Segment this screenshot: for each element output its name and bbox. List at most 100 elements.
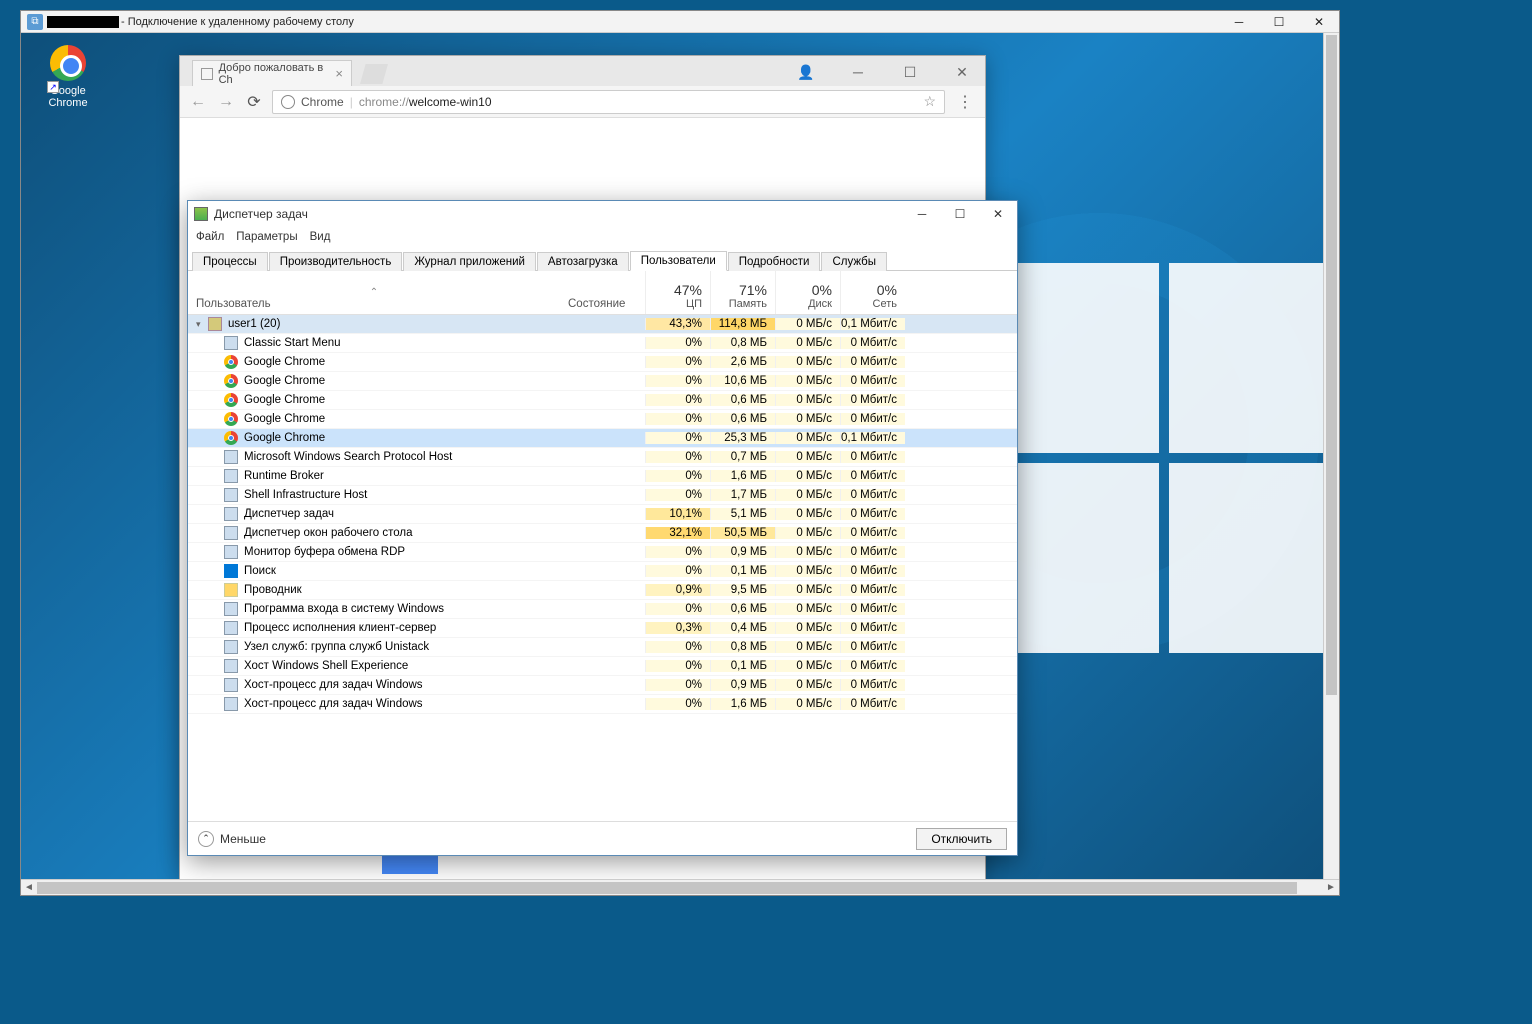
process-row[interactable]: Монитор буфера обмена RDP0%0,9 МБ0 МБ/с0…: [188, 543, 1017, 562]
process-row[interactable]: Google Chrome0%2,6 МБ0 МБ/с0 Мбит/с: [188, 353, 1017, 372]
process-icon: [224, 602, 238, 616]
chrome-tabstrip[interactable]: Добро пожаловать в Ch × 👤 ─ ☐ ✕: [180, 56, 985, 86]
menu-file[interactable]: Файл: [196, 231, 224, 243]
user-name: user1 (20): [228, 318, 280, 330]
site-info-icon[interactable]: [281, 95, 295, 109]
scroll-left-icon[interactable]: ◄: [21, 882, 37, 893]
scrollbar-vertical[interactable]: [1323, 33, 1339, 879]
tab-Подробности[interactable]: Подробности: [728, 252, 821, 271]
process-name: Хост Windows Shell Experience: [244, 660, 408, 672]
process-row[interactable]: Процесс исполнения клиент-сервер0,3%0,4 …: [188, 619, 1017, 638]
reload-button[interactable]: ⟳: [244, 92, 264, 112]
tab-Автозагрузка[interactable]: Автозагрузка: [537, 252, 629, 271]
col-disk[interactable]: 0%Диск: [775, 271, 840, 314]
scroll-right-icon[interactable]: ►: [1323, 882, 1339, 893]
process-row[interactable]: Программа входа в систему Windows0%0,6 М…: [188, 600, 1017, 619]
process-row[interactable]: Classic Start Menu0%0,8 МБ0 МБ/с0 Мбит/с: [188, 334, 1017, 353]
process-row[interactable]: Хост Windows Shell Experience0%0,1 МБ0 М…: [188, 657, 1017, 676]
process-name: Диспетчер задач: [244, 508, 334, 520]
minimize-button[interactable]: ─: [1219, 12, 1259, 32]
process-icon: [224, 507, 238, 521]
url-scheme: chrome://: [359, 95, 409, 109]
taskmgr-menubar: Файл Параметры Вид: [188, 227, 1017, 247]
address-bar[interactable]: Chrome | chrome://welcome-win10 ☆: [272, 90, 945, 114]
process-icon: [224, 526, 238, 540]
bookmark-star-icon[interactable]: ☆: [923, 93, 936, 110]
chrome-icon: [50, 45, 86, 81]
maximize-button[interactable]: ☐: [1259, 12, 1299, 32]
process-list[interactable]: ▾user1 (20)43,3%114,8 МБ0 МБ/с0,1 Мбит/с…: [188, 315, 1017, 821]
remote-desktop[interactable]: ↗ Google Chrome Добро пожаловать в Ch × …: [21, 33, 1339, 895]
column-headers: ⌃ Пользователь Состояние 47%ЦП 71%Память…: [188, 271, 1017, 315]
process-icon: [224, 545, 238, 559]
process-icon: [224, 583, 238, 597]
rdp-window: ⧉ - Подключение к удаленному рабочему ст…: [20, 10, 1340, 896]
windows-logo: [969, 263, 1339, 663]
process-row[interactable]: Диспетчер задач10,1%5,1 МБ0 МБ/с0 Мбит/с: [188, 505, 1017, 524]
process-row[interactable]: Узел служб: группа служб Unistack0%0,8 М…: [188, 638, 1017, 657]
partial-button[interactable]: [382, 854, 438, 874]
process-name: Google Chrome: [244, 375, 325, 387]
process-icon: [224, 678, 238, 692]
process-row[interactable]: Диспетчер окон рабочего стола32,1%50,5 М…: [188, 524, 1017, 543]
process-row[interactable]: Google Chrome0%0,6 МБ0 МБ/с0 Мбит/с: [188, 391, 1017, 410]
col-user[interactable]: ⌃ Пользователь: [188, 271, 560, 314]
taskmgr-tabs: ПроцессыПроизводительностьЖурнал приложе…: [188, 247, 1017, 271]
col-memory[interactable]: 71%Память: [710, 271, 775, 314]
tm-minimize-button[interactable]: ─: [903, 202, 941, 226]
url-path: welcome-win10: [409, 95, 492, 109]
menu-options[interactable]: Параметры: [236, 231, 297, 243]
col-status[interactable]: Состояние: [560, 271, 645, 314]
rdp-title: - Подключение к удаленному рабочему стол…: [121, 16, 354, 28]
process-icon: [224, 621, 238, 635]
process-row[interactable]: Microsoft Windows Search Protocol Host0%…: [188, 448, 1017, 467]
tab-Службы[interactable]: Службы: [821, 252, 887, 271]
process-row[interactable]: Хост-процесс для задач Windows0%1,6 МБ0 …: [188, 695, 1017, 714]
process-row[interactable]: Google Chrome0%0,6 МБ0 МБ/с0 Мбит/с: [188, 410, 1017, 429]
disconnect-button[interactable]: Отключить: [916, 828, 1007, 850]
expand-icon[interactable]: ▾: [196, 319, 208, 330]
tab-close-icon[interactable]: ×: [335, 66, 343, 81]
chrome-maximize-button[interactable]: ☐: [893, 58, 927, 86]
tm-close-button[interactable]: ✕: [979, 202, 1017, 226]
col-cpu[interactable]: 47%ЦП: [645, 271, 710, 314]
back-button[interactable]: ←: [188, 93, 208, 111]
chrome-menu-button[interactable]: ⋮: [953, 92, 977, 112]
process-name: Shell Infrastructure Host: [244, 489, 367, 501]
rdp-titlebar[interactable]: ⧉ - Подключение к удаленному рабочему ст…: [21, 11, 1339, 33]
col-network[interactable]: 0%Сеть: [840, 271, 905, 314]
close-button[interactable]: ✕: [1299, 12, 1339, 32]
forward-button[interactable]: →: [216, 93, 236, 111]
process-row[interactable]: Проводник0,9%9,5 МБ0 МБ/с0 Мбит/с: [188, 581, 1017, 600]
chrome-minimize-button[interactable]: ─: [841, 58, 875, 86]
process-row[interactable]: Хост-процесс для задач Windows0%0,9 МБ0 …: [188, 676, 1017, 695]
process-icon: [224, 640, 238, 654]
tab-Производительность[interactable]: Производительность: [269, 252, 403, 271]
menu-view[interactable]: Вид: [310, 231, 331, 243]
fewer-details-button[interactable]: ⌃ Меньше: [198, 831, 266, 847]
process-row[interactable]: Runtime Broker0%1,6 МБ0 МБ/с0 Мбит/с: [188, 467, 1017, 486]
scrollbar-thumb[interactable]: [1326, 35, 1337, 695]
process-row[interactable]: Google Chrome0%10,6 МБ0 МБ/с0 Мбит/с: [188, 372, 1017, 391]
tab-Процессы[interactable]: Процессы: [192, 252, 268, 271]
process-name: Проводник: [244, 584, 302, 596]
tm-maximize-button[interactable]: ☐: [941, 202, 979, 226]
new-tab-button[interactable]: [360, 64, 388, 84]
process-row[interactable]: Google Chrome0%25,3 МБ0 МБ/с0,1 Мбит/с: [188, 429, 1017, 448]
desktop-icon-chrome[interactable]: ↗ Google Chrome: [33, 45, 103, 109]
process-name: Программа входа в систему Windows: [244, 603, 444, 615]
tab-Журнал приложений[interactable]: Журнал приложений: [403, 252, 536, 271]
chrome-close-button[interactable]: ✕: [945, 58, 979, 86]
scrollbar-thumb[interactable]: [37, 882, 1297, 894]
taskmgr-titlebar[interactable]: Диспетчер задач ─ ☐ ✕: [188, 201, 1017, 227]
chrome-tab[interactable]: Добро пожаловать в Ch ×: [192, 60, 352, 86]
user-row[interactable]: ▾user1 (20)43,3%114,8 МБ0 МБ/с0,1 Мбит/с: [188, 315, 1017, 334]
process-row[interactable]: Shell Infrastructure Host0%1,7 МБ0 МБ/с0…: [188, 486, 1017, 505]
process-icon: [224, 488, 238, 502]
process-row[interactable]: Поиск0%0,1 МБ0 МБ/с0 Мбит/с: [188, 562, 1017, 581]
profile-icon[interactable]: 👤: [789, 58, 823, 86]
process-name: Google Chrome: [244, 413, 325, 425]
tab-Пользователи[interactable]: Пользователи: [630, 251, 727, 271]
process-icon: [224, 469, 238, 483]
scrollbar-horizontal[interactable]: ◄ ►: [21, 879, 1339, 895]
